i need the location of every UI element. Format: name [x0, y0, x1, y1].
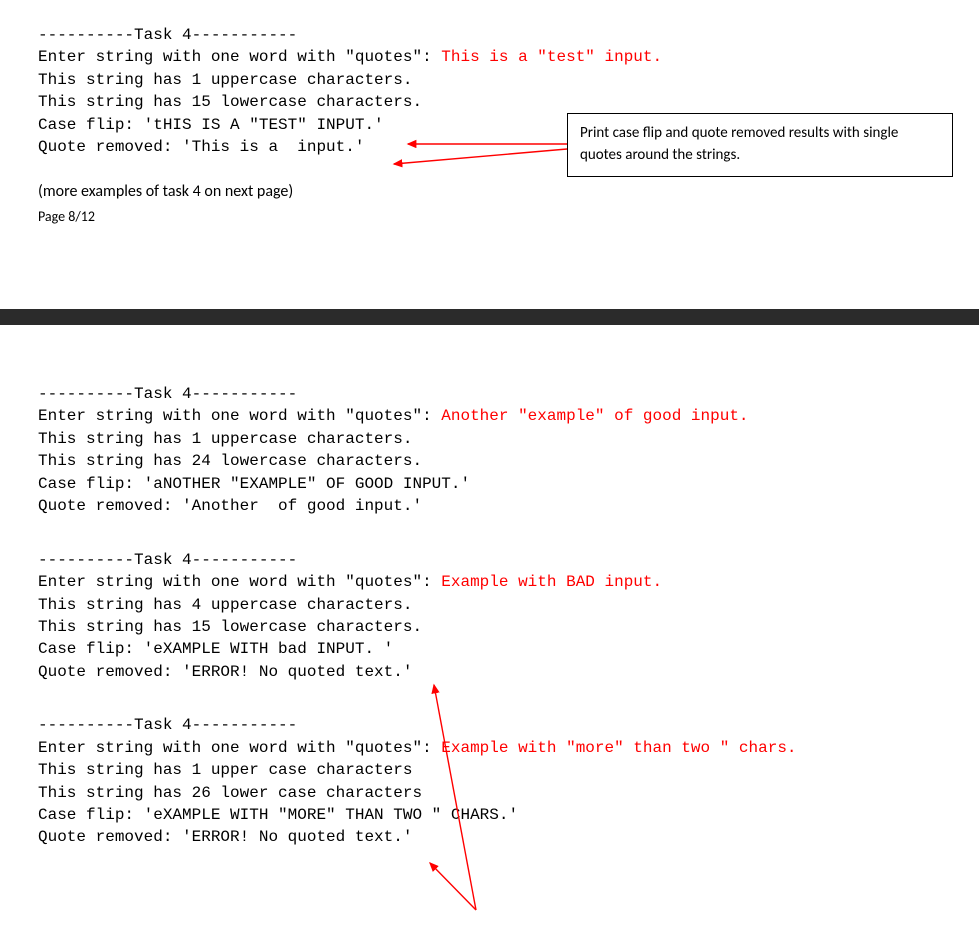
example-1: ----------Task 4----------- Enter string…: [38, 383, 941, 517]
prompt-line: Enter string with one word with "quotes"…: [38, 405, 941, 427]
upper-count: This string has 1 upper case characters: [38, 759, 941, 781]
task-header: ----------Task 4-----------: [38, 549, 941, 571]
quote-removed: Quote removed: 'ERROR! No quoted text.': [38, 826, 941, 848]
case-flip: Case flip: 'eXAMPLE WITH "MORE" THAN TWO…: [38, 804, 941, 826]
case-flip: Case flip: 'aNOTHER "EXAMPLE" OF GOOD IN…: [38, 473, 941, 495]
upper-count: This string has 1 uppercase characters.: [38, 428, 941, 450]
prompt-label: Enter string with one word with "quotes"…: [38, 573, 441, 591]
more-examples-note: (more examples of task 4 on next page): [38, 181, 941, 203]
task-header: ----------Task 4-----------: [38, 714, 941, 736]
prompt-line: Enter string with one word with "quotes"…: [38, 46, 941, 68]
prompt-label: Enter string with one word with "quotes"…: [38, 739, 441, 757]
prompt-line: Enter string with one word with "quotes"…: [38, 737, 941, 759]
page-top: ----------Task 4----------- Enter string…: [0, 0, 979, 309]
user-input: Another "example" of good input.: [441, 407, 748, 425]
upper-count: This string has 4 uppercase characters.: [38, 594, 941, 616]
prompt-label: Enter string with one word with "quotes"…: [38, 407, 441, 425]
example-3: ----------Task 4----------- Enter string…: [38, 714, 941, 848]
lower-count: This string has 24 lowercase characters.: [38, 450, 941, 472]
page-divider: [0, 309, 979, 325]
lower-count: This string has 15 lowercase characters.: [38, 616, 941, 638]
upper-count: This string has 1 uppercase characters.: [38, 69, 941, 91]
user-input: This is a "test" input.: [441, 48, 662, 66]
quote-removed: Quote removed: 'Another of good input.': [38, 495, 941, 517]
case-flip: Case flip: 'eXAMPLE WITH bad INPUT. ': [38, 638, 941, 660]
example-2: ----------Task 4----------- Enter string…: [38, 549, 941, 683]
page-count: Page 8/12: [38, 207, 941, 227]
prompt-line: Enter string with one word with "quotes"…: [38, 571, 941, 593]
user-input: Example with BAD input.: [441, 573, 662, 591]
blank-gap: [38, 692, 941, 714]
lower-count: This string has 15 lowercase characters.: [38, 91, 941, 113]
blank-gap: [38, 526, 941, 548]
user-input: Example with "more" than two " chars.: [441, 739, 796, 757]
task-header: ----------Task 4-----------: [38, 24, 941, 46]
callout-text: Print case flip and quote removed result…: [580, 124, 898, 164]
page-bottom: ----------Task 4----------- Enter string…: [0, 325, 979, 878]
quote-removed: Quote removed: 'ERROR! No quoted text.': [38, 661, 941, 683]
task-header: ----------Task 4-----------: [38, 383, 941, 405]
lower-count: This string has 26 lower case characters: [38, 782, 941, 804]
callout-box: Print case flip and quote removed result…: [567, 113, 953, 177]
prompt-label: Enter string with one word with "quotes"…: [38, 48, 441, 66]
